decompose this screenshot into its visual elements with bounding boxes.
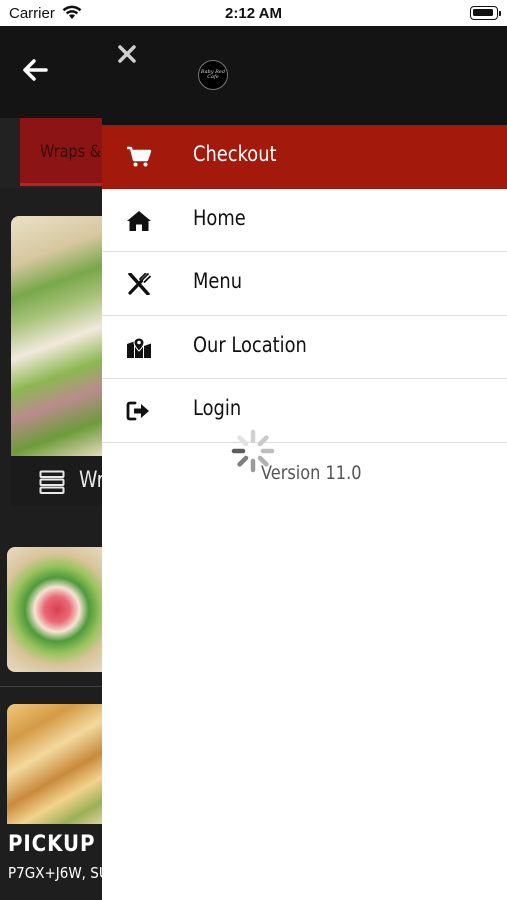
menu-item-label: Checkout — [193, 142, 277, 166]
side-drawer: Baby Red Cafe Checkout Home Menu Our Loc… — [102, 26, 507, 900]
logo-text: Baby Red Cafe — [200, 69, 226, 80]
menu-item-our-location[interactable]: Our Location — [102, 315, 507, 379]
utensils-icon — [128, 273, 151, 295]
status-time: 2:12 AM — [225, 5, 282, 22]
list-icon — [39, 470, 65, 494]
category-tabbar: Wraps & Sandwiches — [0, 118, 102, 188]
divider — [0, 686, 102, 687]
home-icon — [127, 210, 151, 231]
drawer-header: Baby Red Cafe — [102, 26, 507, 125]
status-bar: Carrier 2:12 AM — [0, 0, 507, 26]
back-arrow-icon[interactable] — [22, 58, 48, 82]
menu-item-label: Menu — [193, 269, 243, 293]
product-image[interactable] — [11, 216, 102, 456]
background-screen: Wraps & Sandwiches Wraps PICKUP P7GX+J6W… — [0, 26, 102, 900]
logo: Baby Red Cafe — [198, 60, 228, 90]
pickup-address: P7GX+J6W, SU — [8, 864, 102, 882]
menu-item-home[interactable]: Home — [102, 188, 507, 252]
product-image[interactable] — [7, 547, 102, 672]
menu-item-label: Home — [193, 205, 246, 230]
sign-in-icon — [126, 401, 149, 421]
tab-label: Wraps & Sandwiches — [40, 142, 102, 162]
menu-item-label: Login — [193, 396, 242, 420]
battery-icon — [470, 6, 501, 20]
product-image[interactable] — [7, 704, 102, 824]
close-icon[interactable] — [118, 45, 136, 63]
product-card-title: Wraps — [79, 468, 102, 493]
menu-item-label: Our Location — [193, 332, 307, 357]
cart-icon — [127, 146, 152, 167]
version-label: Version 11.0 — [261, 462, 362, 484]
product-card-label[interactable]: Wraps — [11, 456, 102, 506]
menu-item-menu[interactable]: Menu — [102, 252, 507, 316]
tab-wraps[interactable]: Wraps & Sandwiches — [20, 118, 102, 186]
menu-item-login[interactable]: Login — [102, 379, 507, 443]
map-pin-icon — [127, 336, 151, 358]
drawer-menu: Checkout Home Menu Our Location Login — [102, 125, 507, 443]
pickup-title: PICKUP — [8, 832, 96, 857]
background-header — [0, 26, 102, 118]
menu-item-checkout[interactable]: Checkout — [102, 125, 507, 189]
